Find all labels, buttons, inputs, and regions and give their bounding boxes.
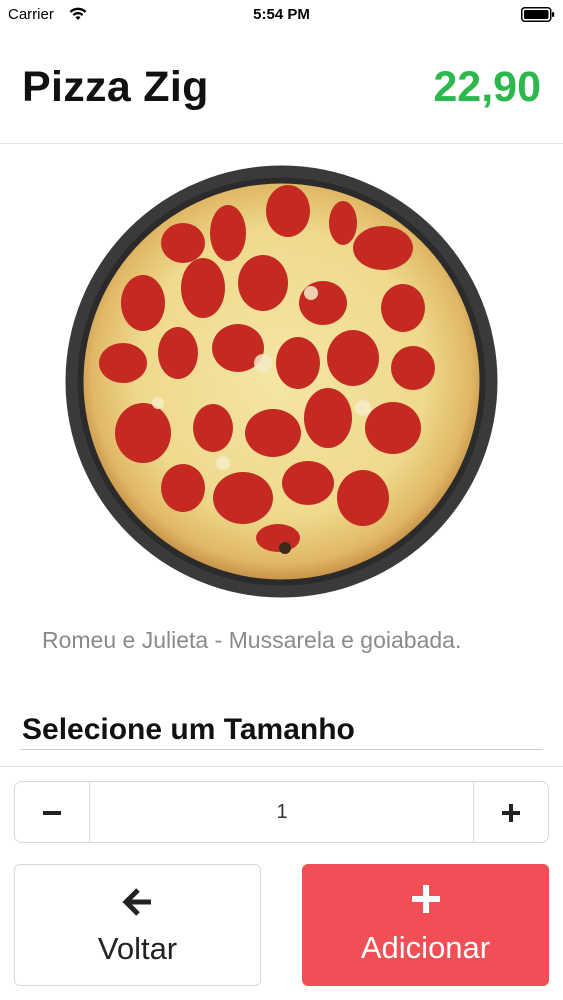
status-time: 5:54 PM	[253, 6, 310, 23]
increment-button[interactable]	[473, 782, 548, 842]
product-description: Romeu e Julieta - Mussarela e goiabada.	[42, 627, 462, 653]
header-divider	[0, 143, 563, 144]
quantity-value[interactable]: 1	[90, 782, 474, 842]
size-section-title: Selecione um Tamanho	[22, 713, 355, 746]
battery-icon	[521, 7, 555, 22]
price-label: 22,90	[433, 63, 541, 111]
add-button[interactable]: Adicionar	[302, 864, 549, 986]
section-divider	[0, 766, 563, 767]
back-button[interactable]: Voltar	[14, 864, 261, 986]
header: Pizza Zig 22,90	[0, 40, 563, 140]
quantity-stepper: 1	[14, 781, 549, 843]
status-bar: Carrier 5:54 PM	[0, 0, 563, 30]
page-title: Pizza Zig	[22, 63, 209, 111]
decrement-button[interactable]	[15, 782, 90, 842]
plus-icon	[302, 884, 549, 920]
add-button-label: Adicionar	[360, 930, 491, 965]
pizza-image	[63, 163, 500, 600]
back-button-label: Voltar	[97, 931, 178, 966]
size-section-underline	[20, 749, 543, 750]
minus-icon	[43, 811, 61, 815]
arrow-left-icon	[15, 885, 260, 921]
